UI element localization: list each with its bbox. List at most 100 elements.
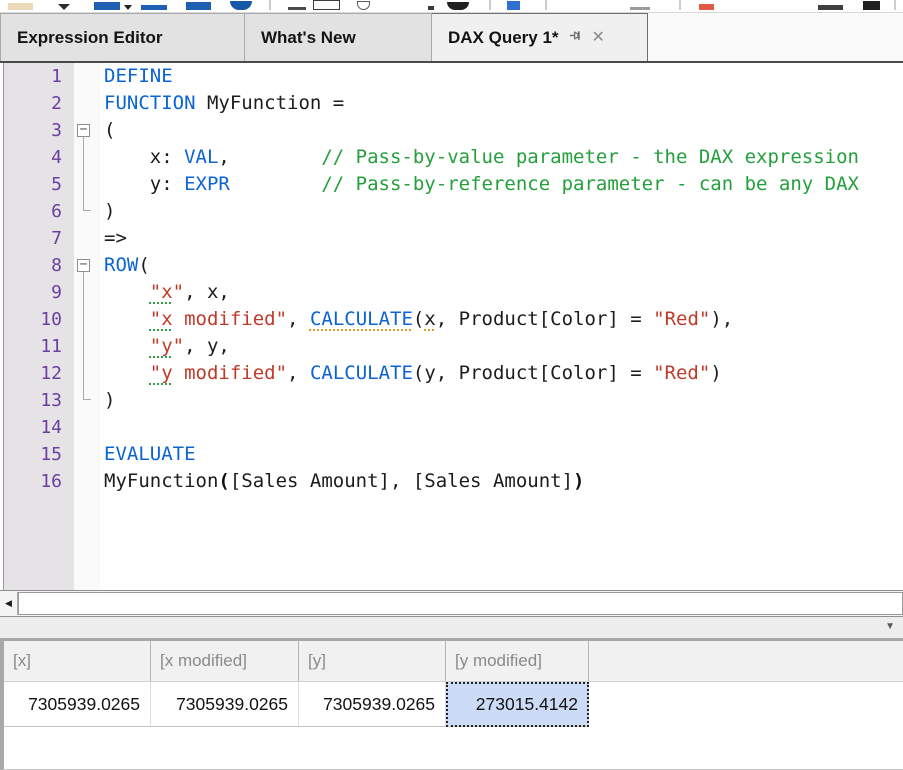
code-line[interactable]: DEFINE: [104, 63, 903, 90]
code-token: FUNCTION: [104, 92, 196, 114]
undo-icon[interactable]: [288, 7, 306, 10]
line-number[interactable]: 10: [4, 306, 74, 333]
line-number[interactable]: 14: [4, 414, 74, 441]
column-header-y-modified[interactable]: [y modified]: [446, 641, 589, 681]
code-line[interactable]: ): [104, 198, 903, 225]
column-header-x[interactable]: [x]: [4, 641, 151, 681]
copy-icon[interactable]: [186, 2, 211, 10]
fold-margin: −−: [74, 63, 100, 590]
code-token: [104, 335, 150, 357]
cell-y-modified-selected[interactable]: 273015.4142: [446, 682, 589, 727]
line-number[interactable]: 16: [4, 468, 74, 495]
code-token: // Pass-by-value parameter - the DAX exp…: [321, 146, 859, 168]
horizontal-scrollbar[interactable]: ◀: [0, 590, 903, 617]
code-line[interactable]: "x modified", CALCULATE(x, Product[Color…: [104, 306, 903, 333]
code-line[interactable]: EVALUATE: [104, 441, 903, 468]
code-token: "x: [150, 308, 173, 330]
code-token: ): [573, 470, 584, 492]
code-line[interactable]: ROW(: [104, 252, 903, 279]
save-icon[interactable]: [94, 2, 120, 10]
row-filler: [589, 682, 903, 727]
code-line[interactable]: [104, 414, 903, 441]
line-number[interactable]: 9: [4, 279, 74, 306]
fold-collapse-button[interactable]: −: [77, 259, 90, 272]
fold-guide-line: [83, 137, 84, 211]
pin-tab-icon[interactable]: [569, 28, 584, 48]
run-icon[interactable]: [447, 2, 469, 10]
separator: [489, 0, 491, 10]
line-number[interactable]: 2: [4, 90, 74, 117]
code-token: ): [710, 362, 721, 384]
line-number[interactable]: 12: [4, 360, 74, 387]
cell-x[interactable]: 7305939.0265: [4, 682, 151, 727]
line-number[interactable]: 11: [4, 333, 74, 360]
save-caret-icon[interactable]: [124, 5, 132, 10]
code-token: modified": [173, 362, 287, 384]
code-token: ,: [287, 362, 310, 384]
code-token: "Red": [653, 362, 710, 384]
code-line[interactable]: y: EXPR // Pass-by-reference parameter -…: [104, 171, 903, 198]
column-header-y[interactable]: [y]: [299, 641, 446, 681]
clear-cache-icon[interactable]: [630, 7, 650, 10]
line-number[interactable]: 5: [4, 171, 74, 198]
refresh-icon[interactable]: [230, 1, 252, 10]
code-token: DEFINE: [104, 65, 173, 87]
code-line[interactable]: ): [104, 387, 903, 414]
line-number[interactable]: 3: [4, 117, 74, 144]
line-number[interactable]: 4: [4, 144, 74, 171]
window-icon[interactable]: [313, 0, 340, 10]
line-number-gutter[interactable]: 12345678910111213141516: [4, 63, 74, 590]
code-token: [104, 281, 150, 303]
clock-icon[interactable]: [357, 1, 370, 10]
fold-guide-corner: [83, 210, 91, 211]
tab-expression-editor[interactable]: Expression Editor: [0, 13, 245, 61]
scrollbar-thumb[interactable]: [18, 592, 903, 615]
tab-dax-query-1[interactable]: DAX Query 1* ✕: [432, 13, 648, 61]
code-line[interactable]: (: [104, 117, 903, 144]
code-token: "y: [150, 362, 173, 384]
code-editor[interactable]: 12345678910111213141516 −− DEFINEFUNCTIO…: [0, 63, 903, 590]
code-token: (: [413, 308, 424, 330]
code-line[interactable]: MyFunction([Sales Amount], [Sales Amount…: [104, 468, 903, 495]
cell-y[interactable]: 7305939.0265: [299, 682, 446, 727]
column-header-x-modified[interactable]: [x modified]: [151, 641, 299, 681]
results-splitter[interactable]: ▼: [0, 617, 903, 638]
line-number[interactable]: 7: [4, 225, 74, 252]
separator: [679, 0, 681, 10]
dropdown-caret-icon[interactable]: [58, 4, 70, 10]
stop-icon[interactable]: [699, 4, 714, 10]
open-folder-icon[interactable]: [8, 3, 33, 10]
tab-whats-new[interactable]: What's New: [245, 13, 432, 61]
output-icon[interactable]: [818, 5, 843, 10]
scroll-left-button[interactable]: ◀: [0, 592, 18, 615]
code-token: EVALUATE: [104, 443, 196, 465]
code-token: , x,: [184, 281, 230, 303]
search-icon[interactable]: [507, 1, 520, 10]
separator: [894, 0, 896, 10]
comment-icon[interactable]: [428, 6, 434, 10]
separator: [269, 0, 271, 10]
line-number[interactable]: 8: [4, 252, 74, 279]
code-line[interactable]: "y", y,: [104, 333, 903, 360]
line-number[interactable]: 6: [4, 198, 74, 225]
close-tab-icon[interactable]: ✕: [592, 30, 605, 46]
paste-icon[interactable]: [141, 5, 167, 10]
code-line[interactable]: "y modified", CALCULATE(y, Product[Color…: [104, 360, 903, 387]
code-line[interactable]: =>: [104, 225, 903, 252]
code-token: (: [218, 470, 229, 492]
column-header-filler: [589, 641, 903, 681]
table-row: 7305939.0265 7305939.0265 7305939.0265 2…: [4, 682, 903, 727]
expand-results-icon[interactable]: ▼: [885, 621, 895, 632]
code-token: ),: [710, 308, 733, 330]
fold-collapse-button[interactable]: −: [77, 124, 90, 137]
code-line[interactable]: "x", x,: [104, 279, 903, 306]
code-line[interactable]: FUNCTION MyFunction =: [104, 90, 903, 117]
code-token: y:: [104, 173, 184, 195]
line-number[interactable]: 15: [4, 441, 74, 468]
table-icon[interactable]: [863, 1, 880, 10]
line-number[interactable]: 13: [4, 387, 74, 414]
code-area[interactable]: DEFINEFUNCTION MyFunction =( x: VAL, // …: [100, 63, 903, 590]
line-number[interactable]: 1: [4, 63, 74, 90]
code-line[interactable]: x: VAL, // Pass-by-value parameter - the…: [104, 144, 903, 171]
cell-x-modified[interactable]: 7305939.0265: [151, 682, 299, 727]
